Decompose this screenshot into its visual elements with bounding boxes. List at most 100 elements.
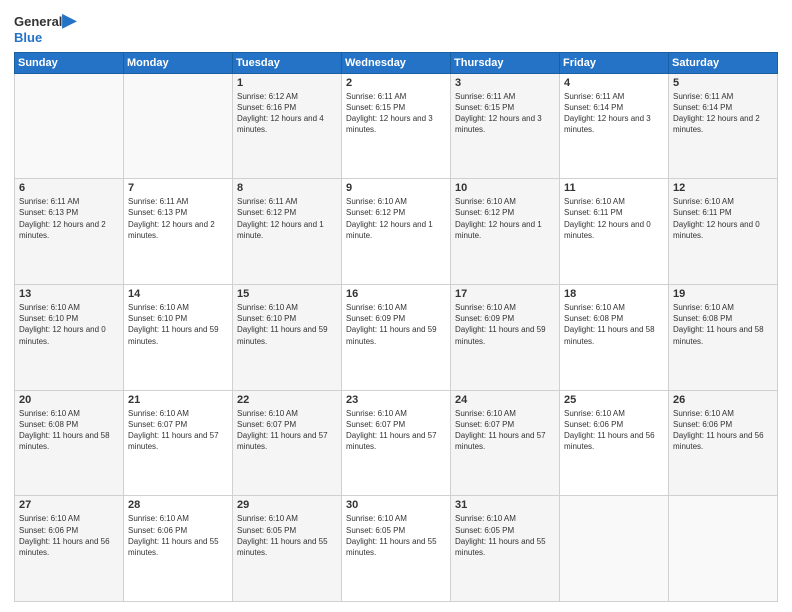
day-info: Sunrise: 6:10 AMSunset: 6:08 PMDaylight:… xyxy=(19,408,119,453)
day-cell: 9Sunrise: 6:10 AMSunset: 6:12 PMDaylight… xyxy=(342,179,451,285)
day-cell: 3 Sunrise: 6:11 AMSunset: 6:15 PMDaylight… xyxy=(451,73,560,179)
day-info: Sunrise: 6:10 AMSunset: 6:07 PMDaylight:… xyxy=(237,408,337,453)
day-cell: 31Sunrise: 6:10 AMSunset: 6:05 PMDayligh… xyxy=(451,496,560,602)
day-number: 27 xyxy=(19,499,119,511)
day-info: Sunrise: 6:10 AMSunset: 6:09 PMDaylight:… xyxy=(346,302,446,347)
day-cell: 1 Sunrise: 6:12 AMSunset: 6:16 PMDaylight… xyxy=(233,73,342,179)
logo: General▶ Blue xyxy=(14,10,76,46)
header: General▶ Blue xyxy=(14,10,778,46)
day-cell: 2 Sunrise: 6:11 AMSunset: 6:15 PMDaylight… xyxy=(342,73,451,179)
day-number: 21 xyxy=(128,394,228,406)
week-row-3: 13 Sunrise: 6:10 AMSunset: 6:10 PMDayligh… xyxy=(15,284,778,390)
day-info: Sunrise: 6:10 AMSunset: 6:06 PMDaylight:… xyxy=(19,513,119,558)
day-cell: 21 Sunrise: 6:10 AMSunset: 6:07 PMDayligh… xyxy=(124,390,233,496)
day-info: Sunrise: 6:10 AMSunset: 6:08 PMDaylight:… xyxy=(673,302,773,347)
day-info: Sunrise: 6:11 AMSunset: 6:15 PMDaylight:… xyxy=(455,91,555,136)
day-info: Sunrise: 6:11 AMSunset: 6:13 PMDaylight:… xyxy=(128,196,228,241)
col-header-wednesday: Wednesday xyxy=(342,52,451,73)
day-number: 14 xyxy=(128,288,228,300)
day-cell: 8 Sunrise: 6:11 AMSunset: 6:12 PMDaylight… xyxy=(233,179,342,285)
col-header-tuesday: Tuesday xyxy=(233,52,342,73)
day-number: 19 xyxy=(673,288,773,300)
day-cell: 29 Sunrise: 6:10 AMSunset: 6:05 PMDayligh… xyxy=(233,496,342,602)
day-info: Sunrise: 6:10 AMSunset: 6:11 PMDaylight:… xyxy=(673,196,773,241)
day-number: 25 xyxy=(564,394,664,406)
day-info: Sunrise: 6:10 AMSunset: 6:07 PMDaylight:… xyxy=(128,408,228,453)
day-info: Sunrise: 6:10 AMSunset: 6:10 PMDaylight:… xyxy=(19,302,119,347)
day-cell xyxy=(669,496,778,602)
day-info: Sunrise: 6:10 AMSunset: 6:12 PMDaylight:… xyxy=(346,196,446,241)
day-number: 4 xyxy=(564,77,664,89)
day-number: 17 xyxy=(455,288,555,300)
col-header-monday: Monday xyxy=(124,52,233,73)
day-number: 3 xyxy=(455,77,555,89)
week-row-5: 27 Sunrise: 6:10 AMSunset: 6:06 PMDayligh… xyxy=(15,496,778,602)
day-cell xyxy=(560,496,669,602)
day-number: 26 xyxy=(673,394,773,406)
day-number: 31 xyxy=(455,499,555,511)
day-number: 24 xyxy=(455,394,555,406)
logo-text-block: General▶ Blue xyxy=(14,10,76,46)
day-info: Sunrise: 6:11 AMSunset: 6:12 PMDaylight:… xyxy=(237,196,337,241)
day-info: Sunrise: 6:10 AMSunset: 6:07 PMDaylight:… xyxy=(455,408,555,453)
day-info: Sunrise: 6:10 AMSunset: 6:05 PMDaylight:… xyxy=(237,513,337,558)
day-cell: 27 Sunrise: 6:10 AMSunset: 6:06 PMDayligh… xyxy=(15,496,124,602)
day-cell: 17Sunrise: 6:10 AMSunset: 6:09 PMDayligh… xyxy=(451,284,560,390)
day-number: 13 xyxy=(19,288,119,300)
day-info: Sunrise: 6:10 AMSunset: 6:11 PMDaylight:… xyxy=(564,196,664,241)
calendar-header-row: SundayMondayTuesdayWednesdayThursdayFrid… xyxy=(15,52,778,73)
day-cell: 15Sunrise: 6:10 AMSunset: 6:10 PMDayligh… xyxy=(233,284,342,390)
day-info: Sunrise: 6:11 AMSunset: 6:14 PMDaylight:… xyxy=(564,91,664,136)
day-info: Sunrise: 6:10 AMSunset: 6:12 PMDaylight:… xyxy=(455,196,555,241)
day-cell: 4 Sunrise: 6:11 AMSunset: 6:14 PMDaylight… xyxy=(560,73,669,179)
day-number: 28 xyxy=(128,499,228,511)
day-number: 18 xyxy=(564,288,664,300)
day-cell: 26 Sunrise: 6:10 AMSunset: 6:06 PMDayligh… xyxy=(669,390,778,496)
day-number: 6 xyxy=(19,182,119,194)
day-cell: 13 Sunrise: 6:10 AMSunset: 6:10 PMDayligh… xyxy=(15,284,124,390)
day-number: 10 xyxy=(455,182,555,194)
day-cell: 22 Sunrise: 6:10 AMSunset: 6:07 PMDayligh… xyxy=(233,390,342,496)
day-cell: 28 Sunrise: 6:10 AMSunset: 6:06 PMDayligh… xyxy=(124,496,233,602)
day-cell: 16 Sunrise: 6:10 AMSunset: 6:09 PMDayligh… xyxy=(342,284,451,390)
page: General▶ Blue SundayMondayTuesdayWednesd… xyxy=(0,0,792,612)
day-info: Sunrise: 6:12 AMSunset: 6:16 PMDaylight:… xyxy=(237,91,337,136)
day-number: 5 xyxy=(673,77,773,89)
day-cell xyxy=(15,73,124,179)
col-header-sunday: Sunday xyxy=(15,52,124,73)
week-row-2: 6 Sunrise: 6:11 AMSunset: 6:13 PMDaylight… xyxy=(15,179,778,285)
day-cell: 23 Sunrise: 6:10 AMSunset: 6:07 PMDayligh… xyxy=(342,390,451,496)
day-number: 2 xyxy=(346,77,446,89)
day-info: Sunrise: 6:10 AMSunset: 6:06 PMDaylight:… xyxy=(128,513,228,558)
logo-blue: Blue xyxy=(14,30,42,45)
day-info: Sunrise: 6:10 AMSunset: 6:06 PMDaylight:… xyxy=(564,408,664,453)
logo-triangle: ▶ xyxy=(62,10,76,30)
day-cell: 5 Sunrise: 6:11 AMSunset: 6:14 PMDaylight… xyxy=(669,73,778,179)
day-number: 22 xyxy=(237,394,337,406)
calendar-table: SundayMondayTuesdayWednesdayThursdayFrid… xyxy=(14,52,778,602)
day-number: 23 xyxy=(346,394,446,406)
col-header-friday: Friday xyxy=(560,52,669,73)
day-info: Sunrise: 6:10 AMSunset: 6:05 PMDaylight:… xyxy=(346,513,446,558)
day-cell: 19 Sunrise: 6:10 AMSunset: 6:08 PMDayligh… xyxy=(669,284,778,390)
day-cell: 18Sunrise: 6:10 AMSunset: 6:08 PMDayligh… xyxy=(560,284,669,390)
day-cell: 12 Sunrise: 6:10 AMSunset: 6:11 PMDayligh… xyxy=(669,179,778,285)
day-info: Sunrise: 6:11 AMSunset: 6:15 PMDaylight:… xyxy=(346,91,446,136)
day-info: Sunrise: 6:10 AMSunset: 6:06 PMDaylight:… xyxy=(673,408,773,453)
day-info: Sunrise: 6:11 AMSunset: 6:13 PMDaylight:… xyxy=(19,196,119,241)
day-info: Sunrise: 6:10 AMSunset: 6:10 PMDaylight:… xyxy=(237,302,337,347)
col-header-thursday: Thursday xyxy=(451,52,560,73)
day-number: 29 xyxy=(237,499,337,511)
day-info: Sunrise: 6:11 AMSunset: 6:14 PMDaylight:… xyxy=(673,91,773,136)
day-cell: 30 Sunrise: 6:10 AMSunset: 6:05 PMDayligh… xyxy=(342,496,451,602)
day-info: Sunrise: 6:10 AMSunset: 6:07 PMDaylight:… xyxy=(346,408,446,453)
day-number: 1 xyxy=(237,77,337,89)
day-number: 12 xyxy=(673,182,773,194)
week-row-1: 1 Sunrise: 6:12 AMSunset: 6:16 PMDaylight… xyxy=(15,73,778,179)
week-row-4: 20Sunrise: 6:10 AMSunset: 6:08 PMDayligh… xyxy=(15,390,778,496)
day-number: 16 xyxy=(346,288,446,300)
day-number: 30 xyxy=(346,499,446,511)
logo-general: General xyxy=(14,14,62,29)
day-number: 8 xyxy=(237,182,337,194)
day-cell: 10 Sunrise: 6:10 AMSunset: 6:12 PMDayligh… xyxy=(451,179,560,285)
